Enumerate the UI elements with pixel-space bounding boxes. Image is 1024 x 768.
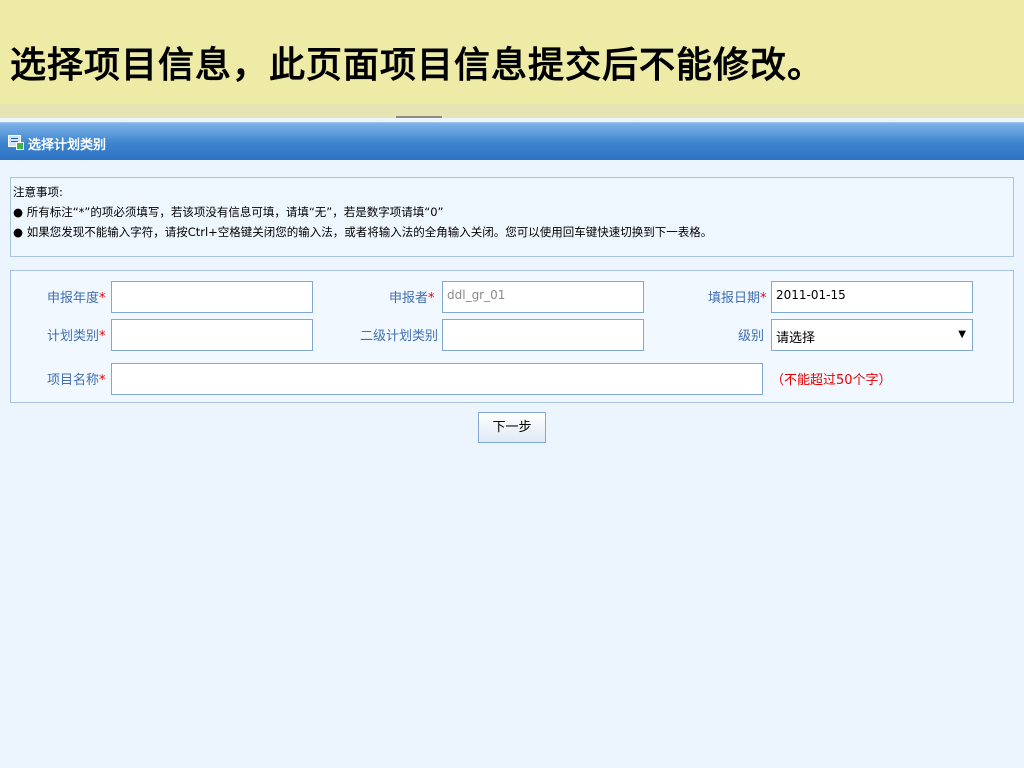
level-selected-value: 请选择 xyxy=(776,331,816,346)
date-input[interactable]: 2011-01-15 xyxy=(771,281,973,313)
project-name-hint: （不能超过50个字） xyxy=(771,373,892,388)
panel-title: 选择计划类别 xyxy=(28,138,107,153)
level-select[interactable]: 请选择 ▼ xyxy=(771,319,973,351)
next-button[interactable]: 下一步 xyxy=(478,412,546,443)
divider-tick xyxy=(396,116,442,118)
dropdown-arrow-icon[interactable]: ▼ xyxy=(958,329,966,340)
notice-item: ● 如果您发现不能输入字符，请按Ctrl+空格键关闭您的输入法，或者将输入法的全… xyxy=(13,225,713,239)
level-label: 级别 xyxy=(738,329,765,344)
date-label: 填报日期* xyxy=(708,291,767,306)
project-name-input[interactable] xyxy=(111,363,763,395)
plan-type-label: 计划类别* xyxy=(47,329,106,344)
notice-heading: 注意事项: xyxy=(13,185,63,199)
sub-plan-type-input[interactable] xyxy=(442,319,644,351)
notice-box: 注意事项: ● 所有标注“*”的项必须填写，若该项没有信息可填，请填“无”，若是… xyxy=(10,177,1014,257)
applicant-label: 申报者* xyxy=(389,291,435,306)
plan-type-input[interactable] xyxy=(111,319,313,351)
slide-header: 选择项目信息，此页面项目信息提交后不能修改。 xyxy=(0,0,1024,104)
project-form: 申报年度* 申报者* ddl_gr_01 填报日期* 2011-01-15 计划… xyxy=(10,270,1014,403)
year-label: 申报年度* xyxy=(47,291,106,306)
notice-item: ● 所有标注“*”的项必须填写，若该项没有信息可填，请填“无”，若是数字项请填“… xyxy=(13,205,444,219)
sub-plan-type-label: 二级计划类别 xyxy=(360,329,439,344)
project-name-label: 项目名称* xyxy=(47,373,106,388)
form-icon xyxy=(8,135,24,150)
header-divider xyxy=(0,104,1024,118)
year-input[interactable] xyxy=(111,281,313,313)
applicant-input[interactable]: ddl_gr_01 xyxy=(442,281,644,313)
panel-title-bar: 选择计划类别 xyxy=(0,122,1024,160)
slide-title: 选择项目信息，此页面项目信息提交后不能修改。 xyxy=(10,44,825,86)
